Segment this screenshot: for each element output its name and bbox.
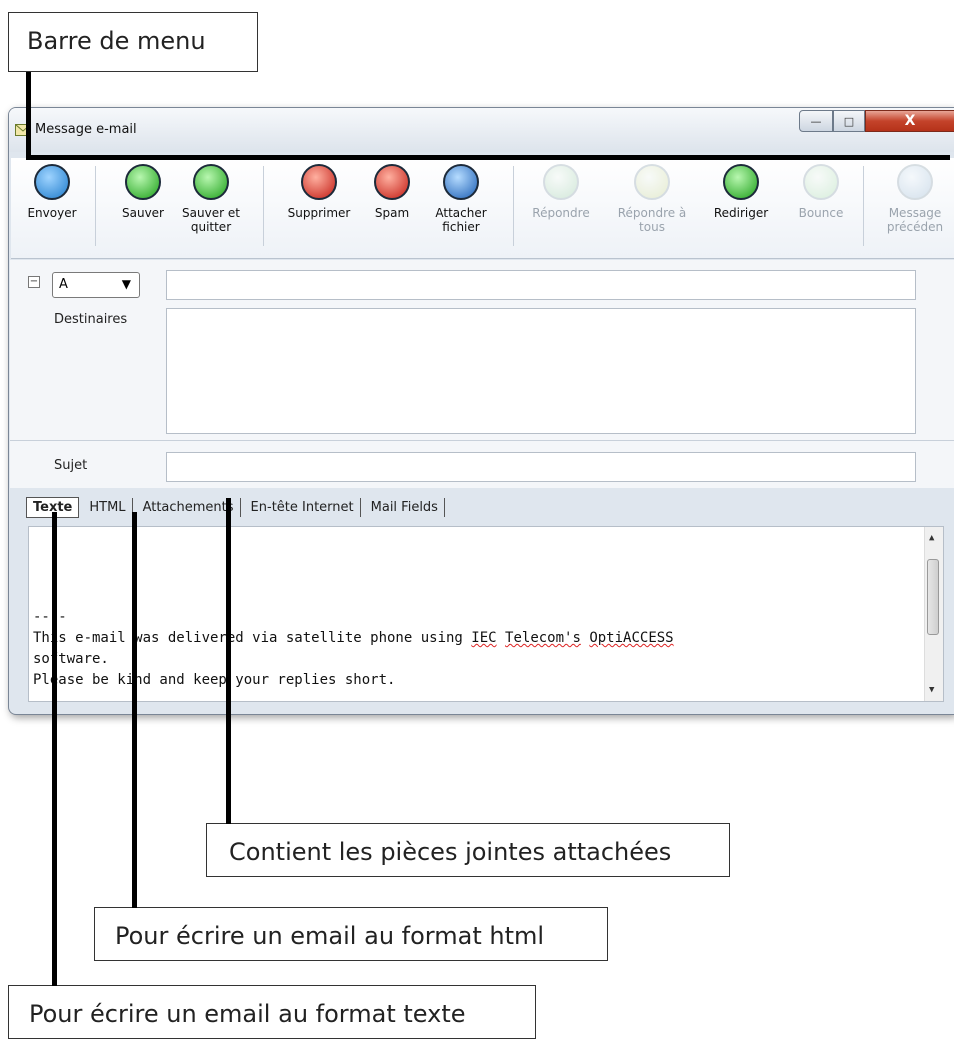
send-icon [34, 164, 70, 200]
window-title: Message e-mail [35, 122, 137, 137]
tab-en-tete-internet[interactable]: En-tête Internet [245, 497, 361, 517]
bounce-button[interactable]: Bounce [789, 164, 853, 220]
callout-html-format: Pour écrire un email au format html [94, 907, 608, 961]
title-bar: Message e-mail — □ X [9, 108, 954, 152]
callout-line-attachments [226, 498, 231, 824]
separator [513, 166, 514, 246]
callout-text-format: Pour écrire un email au format texte [8, 985, 536, 1039]
reply-icon [543, 164, 579, 200]
message-body-editor[interactable]: ---- This e-mail was delivered via satel… [28, 526, 944, 702]
collapse-toggle[interactable]: − [28, 276, 40, 288]
subject-label: Sujet [54, 458, 88, 473]
tab-attachements[interactable]: Attachements [137, 497, 241, 517]
callout-line-menu [26, 72, 31, 160]
scroll-up-icon[interactable]: ▲ [929, 533, 934, 543]
minimize-button[interactable]: — [799, 110, 833, 132]
toolbar: Envoyer Sauver Sauver et quitter Supprim… [11, 158, 954, 259]
repondre-button[interactable]: Répondre [521, 164, 601, 220]
maximize-button[interactable]: □ [833, 110, 865, 132]
minimize-icon: — [810, 114, 822, 128]
callout-attachments: Contient les pièces jointes attachées [206, 823, 730, 877]
separator [263, 166, 264, 246]
scroll-down-icon[interactable]: ▼ [929, 685, 934, 695]
recipients-list[interactable] [166, 308, 916, 434]
repondre-tous-button[interactable]: Répondre à tous [611, 164, 693, 234]
spam-button[interactable]: Spam [369, 164, 415, 220]
tab-html[interactable]: HTML [83, 497, 133, 517]
trash-icon [301, 164, 337, 200]
message-body-text: ---- This e-mail was delivered via satel… [33, 609, 674, 688]
maximize-icon: □ [843, 114, 855, 128]
save-icon [125, 164, 161, 200]
reply-all-icon [634, 164, 670, 200]
message-precedent-button[interactable]: Message précéden [875, 164, 954, 234]
separator [95, 166, 96, 246]
rediriger-button[interactable]: Rediriger [705, 164, 777, 220]
attacher-button[interactable]: Attacher fichier [429, 164, 493, 234]
save-close-icon [193, 164, 229, 200]
close-icon: X [904, 113, 916, 129]
divider [10, 440, 954, 441]
sauver-quitter-button[interactable]: Sauver et quitter [177, 164, 245, 234]
paperclip-icon [443, 164, 479, 200]
recipient-type-select[interactable]: A ▼ [52, 272, 140, 298]
envoyer-button[interactable]: Envoyer [21, 164, 83, 220]
supprimer-button[interactable]: Supprimer [281, 164, 357, 220]
subject-input[interactable] [166, 452, 916, 482]
tab-bar: Texte HTML Attachements En-tête Internet… [26, 494, 449, 520]
bounce-icon [803, 164, 839, 200]
redirect-icon [723, 164, 759, 200]
recipients-label: Destinaires [54, 312, 128, 327]
callout-line-text [52, 512, 57, 986]
vertical-scrollbar[interactable]: ▲ ▼ [924, 527, 943, 701]
separator [863, 166, 864, 246]
close-button[interactable]: X [865, 110, 954, 132]
arrow-left-icon [897, 164, 933, 200]
recipient-input[interactable] [166, 270, 916, 300]
spam-icon [374, 164, 410, 200]
sauver-button[interactable]: Sauver [115, 164, 171, 220]
dropdown-arrow-icon: ▼ [121, 277, 131, 291]
callout-line-html [132, 512, 137, 908]
scroll-thumb[interactable] [927, 559, 939, 635]
callout-menu-bar: Barre de menu [8, 12, 258, 72]
callout-line-menu-bar [26, 155, 950, 160]
tab-mail-fields[interactable]: Mail Fields [365, 497, 445, 517]
